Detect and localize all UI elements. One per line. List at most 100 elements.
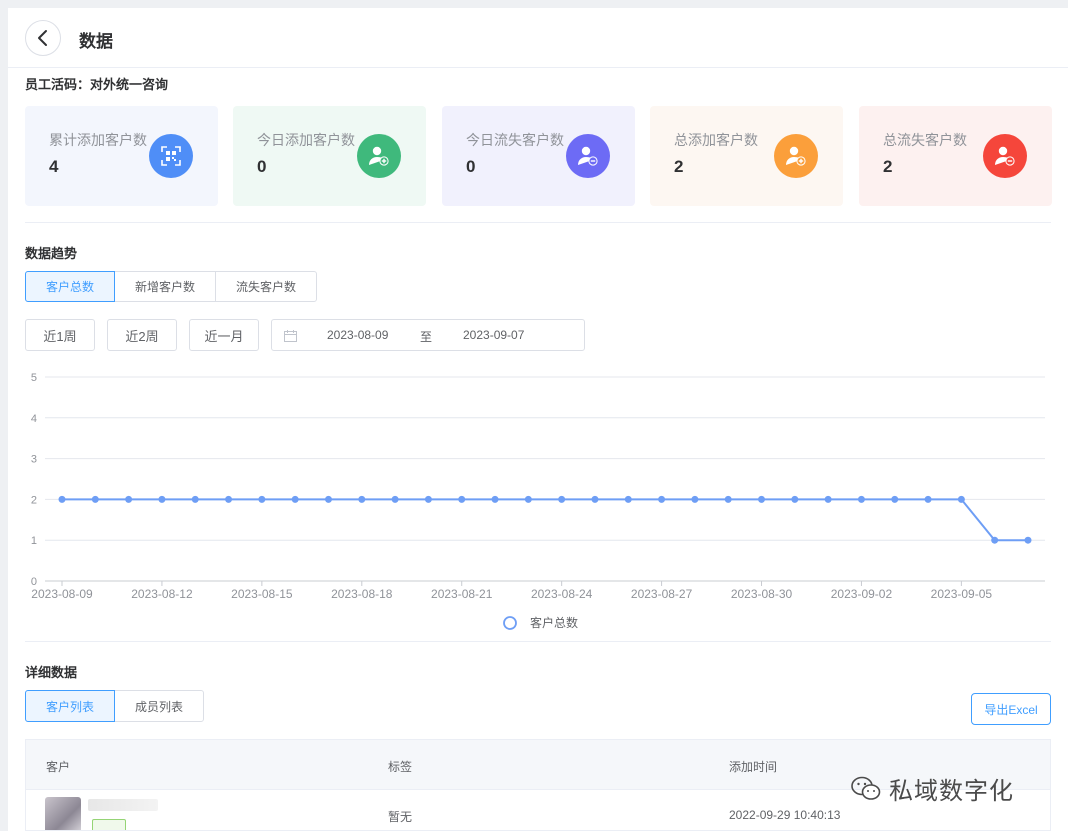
data-point xyxy=(258,495,266,503)
x-tick-label: 2023-08-12 xyxy=(131,587,193,601)
x-tick-label: 2023-08-30 xyxy=(731,587,793,601)
legend-label: 客户总数 xyxy=(530,615,578,630)
stat-value: 2 xyxy=(883,157,893,176)
data-point xyxy=(891,495,899,503)
watermark: 私域数字化 xyxy=(851,771,1014,806)
data-point xyxy=(458,495,466,503)
qrcode-icon xyxy=(149,134,193,178)
data-point xyxy=(358,495,366,503)
user-remove-icon xyxy=(983,134,1027,178)
stat-label: 总流失客户数 xyxy=(883,132,967,148)
y-tick-label: 3 xyxy=(31,454,37,466)
data-point xyxy=(1024,536,1032,544)
tab-lost-customers[interactable]: 流失客户数 xyxy=(215,271,317,302)
row-tag: 暂无 xyxy=(388,810,413,824)
chevron-left-icon xyxy=(38,30,47,46)
page-header: 数据 xyxy=(8,8,1068,68)
range-2-weeks-button[interactable]: 近2周 xyxy=(107,319,177,351)
export-excel-button[interactable]: 导出Excel xyxy=(971,693,1051,725)
data-point xyxy=(225,495,233,503)
data-point xyxy=(658,495,666,503)
data-point xyxy=(724,495,732,503)
tab-new-customers[interactable]: 新增客户数 xyxy=(114,271,216,302)
back-button[interactable] xyxy=(25,20,61,56)
customer-tag-blurred xyxy=(92,819,126,830)
stat-card-today-added: 今日添加客户数 0 xyxy=(233,106,426,206)
tab-customer-list[interactable]: 客户列表 xyxy=(25,690,115,722)
y-tick-label: 5 xyxy=(31,372,37,384)
data-point xyxy=(91,495,99,503)
data-point xyxy=(524,495,532,503)
user-add-icon xyxy=(774,134,818,178)
x-tick-label: 2023-08-27 xyxy=(631,587,693,601)
stat-card-all-lost: 总流失客户数 2 xyxy=(859,106,1052,206)
data-point xyxy=(191,495,199,503)
x-tick-label: 2023-08-18 xyxy=(331,587,393,601)
data-point xyxy=(591,495,599,503)
stat-card-today-lost: 今日流失客户数 0 xyxy=(442,106,635,206)
calendar-icon xyxy=(284,330,297,342)
stat-label: 今日添加客户数 xyxy=(257,132,355,148)
user-remove-icon xyxy=(566,134,610,178)
data-point xyxy=(924,495,932,503)
y-tick-label: 4 xyxy=(31,413,37,425)
data-point xyxy=(58,495,66,503)
customer-name-blurred xyxy=(88,799,158,811)
x-tick-label: 2023-09-02 xyxy=(831,587,893,601)
detail-title: 详细数据 xyxy=(25,665,78,680)
tab-total-customers[interactable]: 客户总数 xyxy=(25,271,115,302)
divider xyxy=(25,641,1051,642)
column-tags: 标签 xyxy=(388,760,413,774)
date-separator: 至 xyxy=(420,330,433,344)
detail-tabs: 客户列表 成员列表 xyxy=(25,690,204,722)
avatar xyxy=(45,797,81,830)
column-customer: 客户 xyxy=(46,760,71,774)
data-point xyxy=(558,495,566,503)
stat-label: 累计添加客户数 xyxy=(49,132,147,148)
date-end: 2023-09-07 xyxy=(463,328,525,342)
page: 数据 员工活码：对外统一咨询 累计添加客户数 4 今日添加客户数 0 今日流失客户数 0 总… xyxy=(8,8,1068,831)
tab-member-list[interactable]: 成员列表 xyxy=(114,690,204,722)
page-title: 数据 xyxy=(79,32,113,51)
watermark-text: 私域数字化 xyxy=(889,778,1014,805)
date-range-picker[interactable]: 2023-08-09 至 2023-09-07 xyxy=(271,319,585,351)
data-point xyxy=(624,495,632,503)
data-point xyxy=(691,495,699,503)
x-tick-label: 2023-08-24 xyxy=(531,587,593,601)
series-line xyxy=(62,498,1028,542)
data-point xyxy=(324,495,332,503)
data-point xyxy=(291,495,299,503)
data-point xyxy=(857,495,865,503)
trend-tabs: 客户总数 新增客户数 流失客户数 xyxy=(25,271,317,302)
data-point xyxy=(758,495,766,503)
stat-card-total-added: 累计添加客户数 4 xyxy=(25,106,218,206)
stat-value: 0 xyxy=(466,157,476,176)
stat-value: 2 xyxy=(674,157,684,176)
stat-label: 总添加客户数 xyxy=(674,132,758,148)
range-1-month-button[interactable]: 近一月 xyxy=(189,319,259,351)
trend-chart: 0123452023-08-09 2023-08-12 2023-08-15 2023… xyxy=(31,372,1045,630)
user-add-icon xyxy=(357,134,401,178)
data-point xyxy=(424,495,432,503)
stat-value: 0 xyxy=(257,157,267,176)
data-point xyxy=(391,495,399,503)
y-tick-label: 1 xyxy=(31,535,37,547)
column-add-time: 添加时间 xyxy=(729,760,778,774)
row-add-time: 2022-09-29 10:40:13 xyxy=(729,808,841,822)
x-tick-label: 2023-08-09 xyxy=(31,587,93,601)
data-point xyxy=(957,495,965,503)
x-tick-label: 2023-09-05 xyxy=(931,587,993,601)
trend-title: 数据趋势 xyxy=(25,246,78,261)
data-point xyxy=(491,495,499,503)
data-point xyxy=(991,536,999,544)
data-point xyxy=(158,495,166,503)
data-point xyxy=(125,495,133,503)
y-tick-label: 2 xyxy=(31,494,37,506)
employee-code-label: 员工活码：对外统一咨询 xyxy=(25,77,169,92)
range-1-week-button[interactable]: 近1周 xyxy=(25,319,95,351)
stat-label: 今日流失客户数 xyxy=(466,132,564,148)
data-point xyxy=(824,495,832,503)
divider xyxy=(25,222,1051,223)
stat-value: 4 xyxy=(49,157,59,176)
x-tick-label: 2023-08-15 xyxy=(231,587,293,601)
